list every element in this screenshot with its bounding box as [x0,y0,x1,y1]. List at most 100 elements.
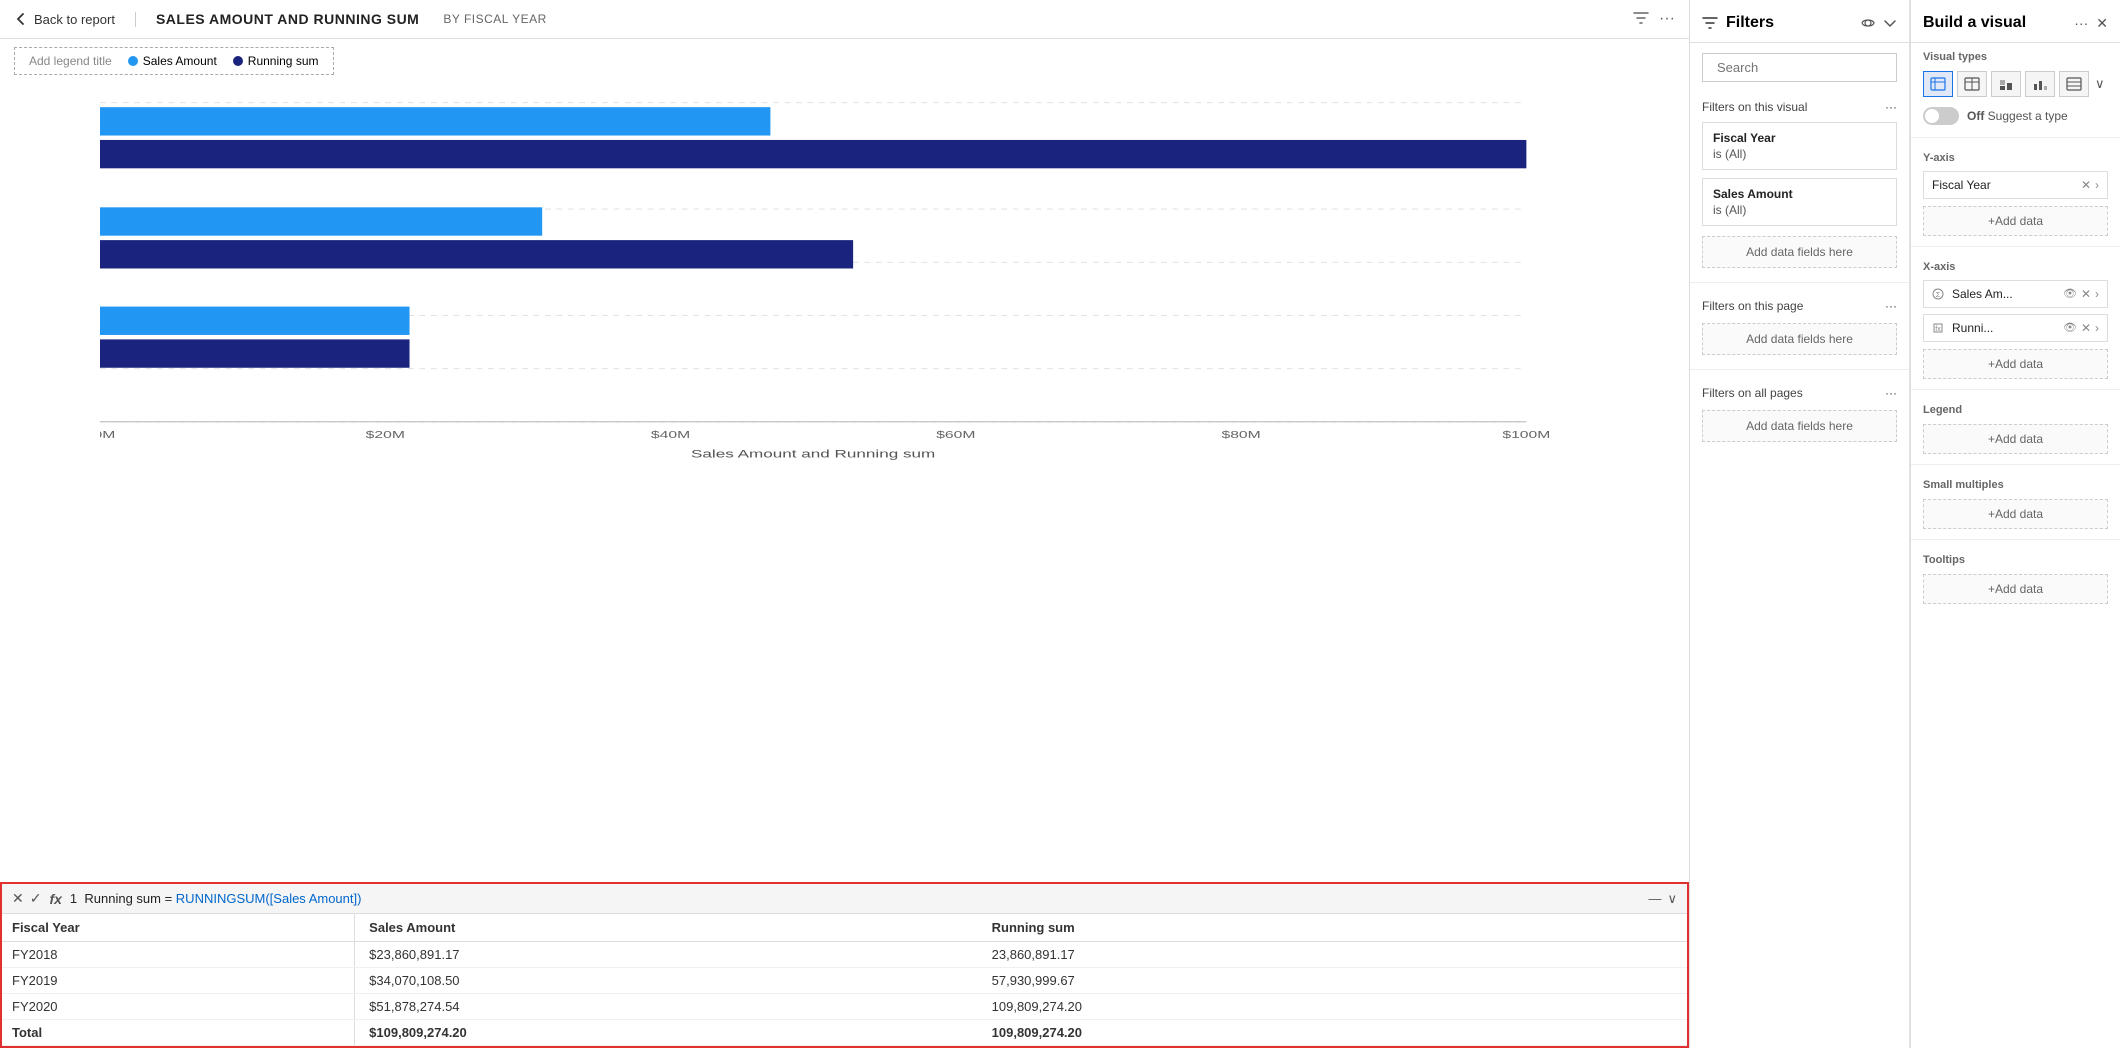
filter-icon[interactable] [1633,10,1649,26]
legend-item-running: Running sum [233,54,319,68]
sep-3 [1911,389,2120,390]
suggest-row: Off Suggest a type [1911,101,2120,131]
add-data-all-btn[interactable]: Add data fields here [1702,410,1897,442]
x-axis-remove-icon-running[interactable]: ✕ [2081,321,2091,335]
y-axis-remove-icon[interactable]: ✕ [2081,178,2091,192]
formula-text[interactable]: 1 Running sum = RUNNINGSUM([Sales Amount… [70,891,1641,906]
cell-fy-2020: FY2020 [2,994,355,1020]
visual-types-chevron[interactable]: ∨ [2095,76,2105,92]
visual-type-matrix-btn[interactable] [1957,71,1987,97]
back-arrow-icon [14,12,28,26]
suggest-label: Off Suggest a type [1967,109,2068,123]
fx-icon: fx [49,891,61,907]
svg-text:FY2019: FY2019 [33,240,93,252]
cell-running-2019: 57,930,999.67 [982,968,1687,994]
legend-add-data[interactable]: +Add data [1923,424,2108,454]
tooltips-add-data[interactable]: +Add data [1923,574,2108,604]
x-axis-field-name-running: Runni... [1952,321,2059,335]
filter-card-fiscal[interactable]: Fiscal Year is (All) [1702,122,1897,170]
svg-text:$80M: $80M [1221,429,1260,440]
filters-title: Filters [1726,14,1853,32]
back-button[interactable]: Back to report [14,12,136,27]
visual-type-pivot-btn[interactable] [2059,71,2089,97]
filters-icon [1702,15,1718,31]
chart-subtitle: BY FISCAL YEAR [443,12,547,26]
table-row: FY2018 $23,860,891.17 23,860,891.17 [2,942,1687,968]
filters-header-icons [1861,16,1897,30]
add-data-page-btn[interactable]: Add data fields here [1702,323,1897,355]
expand-icon[interactable]: ∨ [1667,891,1677,907]
data-table-area: ✕ ✓ fx 1 Running sum = RUNNINGSUM([Sales… [0,882,1689,1048]
x-axis-expand-icon-running[interactable]: › [2095,321,2099,335]
visual-types-label: Visual types [1911,43,2120,67]
y-axis-field-icons: ✕ › [2081,178,2099,192]
minimize-icon[interactable]: — [1648,891,1661,907]
chart-header: Back to report SALES AMOUNT AND RUNNING … [0,0,1689,39]
search-box[interactable] [1702,53,1897,82]
filter-section-all-label: Filters on all pages ··· [1690,378,1909,404]
table-total-row: Total $109,809,274.20 109,809,274.20 [2,1020,1687,1046]
confirm-formula-icon[interactable]: ✓ [30,890,42,907]
suggest-toggle[interactable] [1923,107,1959,125]
cell-total-label: Total [2,1020,355,1046]
field-icon-running: fx [1932,322,1944,334]
sep-4 [1911,464,2120,465]
field-icon-sales: Σ [1932,288,1944,300]
cell-sales-2018: $23,860,891.17 [355,942,982,968]
y-axis-field-name: Fiscal Year [1932,178,2077,192]
y-axis-expand-icon[interactable]: › [2095,178,2099,192]
expand-panel-icon[interactable] [1883,16,1897,30]
cell-sales-2019: $34,070,108.50 [355,968,982,994]
x-axis-expand-icon-sales[interactable]: › [2095,287,2099,301]
x-axis-add-data[interactable]: +Add data [1923,349,2108,379]
table-row: FY2020 $51,878,274.54 109,809,274.20 [2,994,1687,1020]
filter-section-visual-label: Filters on this visual ··· [1690,92,1909,118]
filter-val-sales: is (All) [1713,203,1886,217]
divider-1 [1690,282,1909,283]
legend-label-sales: Sales Amount [143,54,217,68]
x-axis-label: X-axis [1911,253,2120,277]
filters-panel: Filters Filters on this visual ··· Fisca… [1690,0,1910,1048]
x-axis-remove-icon-sales[interactable]: ✕ [2081,287,2091,301]
build-title: Build a visual [1923,14,2074,32]
cell-fy-2019: FY2019 [2,968,355,994]
svg-text:Σ: Σ [1936,292,1941,299]
filter-card-sales[interactable]: Sales Amount is (All) [1702,178,1897,226]
legend-title[interactable]: Add legend title [29,54,112,68]
tooltips-label: Tooltips [1911,546,2120,570]
x-axis-eye-icon-sales[interactable]: 👁 [2063,287,2077,301]
cell-total-running: 109,809,274.20 [982,1020,1687,1046]
x-axis-field-icons-running: 👁 ✕ › [2063,321,2099,335]
small-multiples-add-data[interactable]: +Add data [1923,499,2108,529]
visual-type-table-btn[interactable] [1923,71,1953,97]
eye-icon[interactable] [1861,16,1875,30]
x-axis-field-running[interactable]: fx Runni... 👁 ✕ › [1923,314,2108,342]
legend-area: Add legend title Sales Amount Running su… [14,47,334,75]
col-header-fy: Fiscal Year [2,914,355,942]
add-data-visual-btn[interactable]: Add data fields here [1702,236,1897,268]
cell-fy-2018: FY2018 [2,942,355,968]
sep-2 [1911,246,2120,247]
y-axis-add-data[interactable]: +Add data [1923,206,2108,236]
x-axis-field-icons-sales: 👁 ✕ › [2063,287,2099,301]
cell-sales-2020: $51,878,274.54 [355,994,982,1020]
filter-page-more-icon[interactable]: ··· [1885,299,1897,313]
build-close-icon[interactable]: ✕ [2096,15,2108,32]
x-axis-eye-icon-running[interactable]: 👁 [2063,321,2077,335]
x-axis-field-sales[interactable]: Σ Sales Am... 👁 ✕ › [1923,280,2108,308]
sep-5 [1911,539,2120,540]
close-formula-icon[interactable]: ✕ [12,890,24,907]
svg-text:Sales Amount and Running sum: Sales Amount and Running sum [691,448,935,460]
more-options-icon[interactable]: ··· [1659,10,1675,28]
cell-total-sales: $109,809,274.20 [355,1020,982,1046]
search-input[interactable] [1717,60,1893,75]
formula-minimize[interactable]: — ∨ [1648,891,1677,907]
visual-type-bar-btn[interactable] [1991,71,2021,97]
svg-text:$20M: $20M [366,429,405,440]
filter-section-more-icon[interactable]: ··· [1885,100,1897,114]
filter-all-more-icon[interactable]: ··· [1885,386,1897,400]
filter-section-page-label: Filters on this page ··· [1690,291,1909,317]
visual-type-col-btn[interactable] [2025,71,2055,97]
build-more-icon[interactable]: ··· [2074,15,2088,32]
y-axis-field-fy[interactable]: Fiscal Year ✕ › [1923,171,2108,199]
